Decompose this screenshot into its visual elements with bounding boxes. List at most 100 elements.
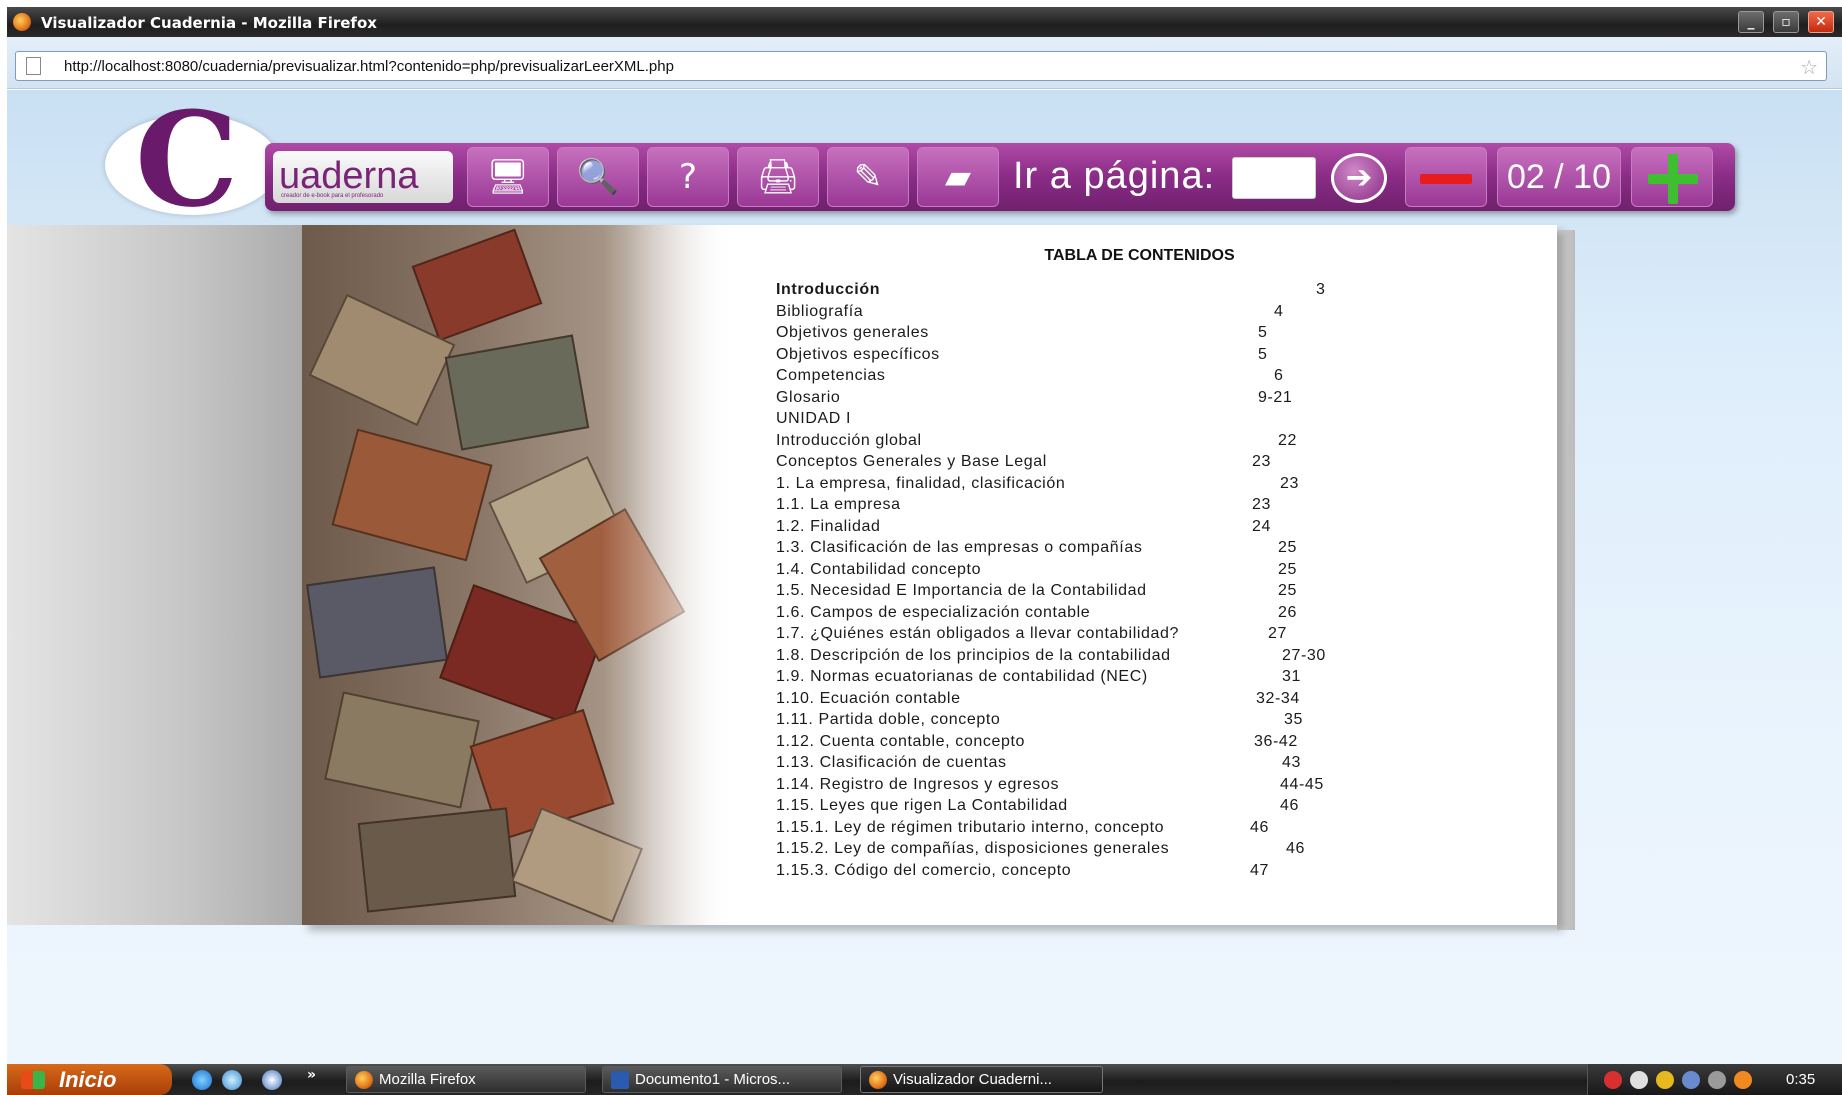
taskbar: Inicio » Mozilla Firefox Documento1 - Mi… [7,1064,1842,1095]
toc-entry: 1.10. Ecuación contable 32-34 [776,690,1476,712]
toc-entry-page: 23 [1280,474,1299,492]
toc-entry: 1.7. ¿Quiénes están obligados a llevar c… [776,625,1476,647]
toc-entry: 1.15. Leyes que rigen La Contabilidad 46 [776,797,1476,819]
toc-entry-page: 5 [1258,324,1268,341]
toc-entry: 1.15.1. Ley de régimen tributario intern… [776,819,1476,841]
eraser-button[interactable]: ▰ [917,147,999,207]
zoom-icon: 🔍 [576,157,620,197]
clock: 0:35 [1786,1071,1816,1088]
toc-entry-page: 25 [1278,539,1297,556]
toc-entry: Introducción 3 [776,281,1476,303]
start-button[interactable]: Inicio [7,1064,172,1095]
toc-entry-page: 36-42 [1254,732,1298,750]
messenger-icon[interactable] [1630,1071,1648,1089]
toc-entry-label: 1.12. Cuenta contable, concepto [776,732,1025,750]
toc-entry-page: 46 [1286,840,1305,857]
toc-entry: Glosario 9-21 [776,389,1476,411]
taskbar-item-word[interactable]: Documento1 - Micros... [602,1066,842,1093]
toc-entry-page: 23 [1252,496,1271,513]
toc-entry: 1.2. Finalidad 24 [776,518,1476,540]
table-of-contents: Introducción 3 Bibliografía 4 Objetivos gene… [776,281,1476,883]
toc-entry: Objetivos generales 5 [776,324,1476,346]
shield-icon[interactable] [1656,1071,1674,1089]
toc-entry: 1. La empresa, finalidad, clasificación 2… [776,475,1476,497]
help-button[interactable]: ? [647,147,729,207]
book-image [444,334,590,451]
browser-icon[interactable] [222,1070,242,1090]
taskbar-item-label: Mozilla Firefox [379,1071,476,1088]
book-image [357,807,517,913]
next-page-button[interactable] [1631,147,1713,207]
media-player-icon[interactable] [262,1070,282,1090]
toolbar-bar: uaderna creador de e-book para el profes… [265,143,1735,211]
address-bar[interactable]: http://localhost:8080/cuadernia/previsua… [15,51,1827,81]
toc-entry: UNIDAD I [776,410,1476,432]
address-url[interactable]: http://localhost:8080/cuadernia/previsua… [64,58,674,75]
left-margin-band [7,225,307,925]
windows-logo-icon [21,1071,45,1089]
book-page: TABLA DE CONTENIDOS Introducción 3 Bibliog… [302,225,1557,925]
goto-page-input[interactable] [1232,157,1316,199]
toc-entry-label: 1.15. Leyes que rigen La Contabilidad [776,797,1068,814]
navigation-bar: http://localhost:8080/cuadernia/previsua… [7,37,1842,89]
toc-entry-page: 46 [1250,818,1269,836]
toc-entry: 1.15.3. Código del comercio, concepto 47 [776,862,1476,884]
toc-entry-label: 1.9. Normas ecuatorianas de contabilidad… [776,668,1148,685]
toc-title: TABLA DE CONTENIDOS [1044,247,1235,264]
network-icon[interactable] [1682,1071,1700,1089]
volume-icon[interactable] [1708,1071,1726,1089]
goto-page-label: Ir a página: [1013,155,1216,197]
toc-entry-page: 22 [1278,431,1297,449]
toc-entry: 1.9. Normas ecuatorianas de contabilidad… [776,668,1476,690]
toc-entry-page: 27-30 [1282,646,1326,664]
toc-entry-page: 3 [1316,281,1326,298]
toc-entry-label: Competencias [776,367,886,384]
minus-icon [1420,174,1472,184]
toc-entry: 1.15.2. Ley de compañías, disposiciones … [776,840,1476,862]
print-button[interactable]: 🖨 [737,147,819,207]
toc-entry-page: 27 [1268,625,1287,642]
toc-entry: 1.12. Cuenta contable, concepto 36-42 [776,733,1476,755]
toc-entry: 1.8. Descripción de los principios de la… [776,647,1476,669]
page-viewport: C uaderna creador de e-book para el prof… [7,90,1842,1064]
close-button[interactable]: ✕ [1808,11,1834,33]
update-icon[interactable] [1734,1071,1752,1089]
toc-entry-page: 9-21 [1258,388,1293,406]
toc-entry: 1.3. Clasificación de las empresas o com… [776,539,1476,561]
toc-entry-label: Bibliografía [776,302,864,320]
quick-launch-more[interactable]: » [307,1067,316,1083]
toc-entry-page: 5 [1258,345,1268,363]
tray-icon[interactable] [1604,1071,1622,1089]
brand-box: uaderna creador de e-book para el profes… [273,151,453,203]
title-bar: Visualizador Cuadernia - Mozilla Firefox… [7,7,1842,37]
previous-page-button[interactable] [1405,147,1487,207]
go-button[interactable]: ➔ [1331,153,1387,203]
zoom-button[interactable]: 🔍 [557,147,639,207]
taskbar-item-visualizador[interactable]: Visualizador Cuaderni... [860,1066,1103,1093]
toc-entry-page: 26 [1278,603,1297,621]
bookmark-star-icon[interactable]: ☆ [1800,55,1818,80]
book-image [324,691,480,809]
toc-entry-label: 1.14. Registro de Ingresos y egresos [776,775,1060,793]
toc-entry-label: 1.5. Necesidad E Importancia de la Conta… [776,582,1147,599]
fullscreen-button[interactable]: 🖥 [467,147,549,207]
minimize-button[interactable]: _ [1738,11,1764,33]
start-label: Inicio [59,1067,117,1092]
print-icon: 🖨 [756,157,800,197]
maximize-button[interactable]: ▫ [1773,11,1799,33]
internet-explorer-icon[interactable] [192,1070,212,1090]
book-image [411,228,543,342]
toc-entry-label: 1.8. Descripción de los principios de la… [776,646,1171,664]
go-arrow-icon: ➔ [1345,158,1373,197]
toc-entry-label: 1.15.3. Código del comercio, concepto [776,861,1072,879]
toc-entry-label: 1.4. Contabilidad concepto [776,560,982,578]
edit-button[interactable]: ✎ [827,147,909,207]
page-edge [1557,230,1575,930]
toc-entry-label: 1.15.1. Ley de régimen tributario intern… [776,818,1165,836]
toc-entry: Objetivos específicos 5 [776,346,1476,368]
taskbar-item-firefox[interactable]: Mozilla Firefox [346,1066,586,1093]
cuadernia-toolbar: C uaderna creador de e-book para el prof… [105,95,1745,225]
toc-entry-page: 25 [1278,582,1297,599]
toc-entry-page: 43 [1282,754,1301,771]
system-tray: 0:35 [1587,1064,1842,1095]
